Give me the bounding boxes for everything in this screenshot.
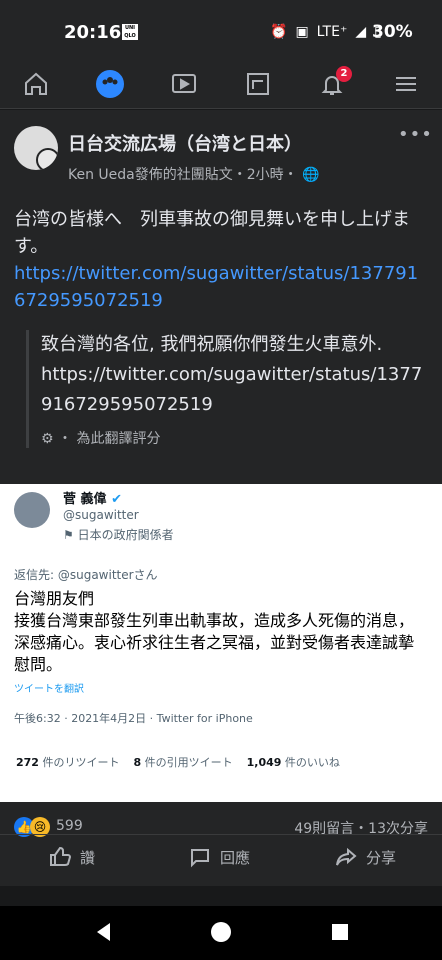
tweet-stats: 272 件のリツイート 8 件の引用ツイート 1,049 件のいいね bbox=[16, 756, 340, 769]
hamburger-icon bbox=[396, 77, 416, 91]
share-button[interactable]: 分享 bbox=[334, 845, 396, 869]
gear-icon: ⚙ bbox=[41, 431, 54, 447]
signal-icon: ◢ bbox=[355, 24, 367, 40]
android-navigation-bar bbox=[0, 906, 442, 960]
uniqlo-icon: UNI QLO bbox=[122, 24, 138, 40]
comment-icon bbox=[191, 849, 209, 868]
alarm-icon: ⏰ bbox=[270, 24, 288, 40]
comment-button[interactable]: 回應 bbox=[188, 845, 250, 869]
translation-rating[interactable]: ⚙ ・ 為此翻譯評分 bbox=[41, 428, 431, 448]
watch-tab[interactable] bbox=[166, 66, 202, 102]
clock: 20:16 bbox=[64, 22, 122, 43]
groups-icon bbox=[96, 70, 124, 98]
top-navigation bbox=[0, 60, 442, 109]
group-title[interactable]: 日台交流広場（台湾と日本） bbox=[68, 130, 302, 156]
post-link[interactable]: https://twitter.com/sugawitter/status/13… bbox=[14, 260, 428, 314]
post-text-jp: 台湾の皆様へ 列車事故の御見舞いを申し上げます。 bbox=[14, 209, 410, 257]
tweet-text: 台灣朋友們 接獲台灣東部發生列車出軌事故，造成多人死傷的消息，深感痛心。衷心祈求… bbox=[14, 589, 415, 674]
back-icon[interactable] bbox=[90, 918, 118, 946]
tweet-role: ⚑ 日本の政府関係者 bbox=[63, 528, 174, 542]
network-label: LTE⁺ bbox=[316, 24, 348, 40]
tweet-reply-to: 返信先: @sugawitterさん bbox=[14, 568, 158, 582]
home-button-icon[interactable] bbox=[207, 918, 235, 946]
menu-tab[interactable] bbox=[388, 66, 424, 102]
tweet-handle: @sugawitter bbox=[63, 508, 139, 522]
post-author-line: Ken Ueda發佈的社團貼文・2小時・ bbox=[68, 167, 298, 183]
status-bar: 20:16 UNI QLO ⏰ ▣ LTE⁺ ◢ ▯ 30% bbox=[0, 0, 442, 60]
notification-badge: 2 bbox=[336, 66, 352, 82]
status-icons: ⏰ ▣ LTE⁺ ◢ ▯ bbox=[270, 24, 382, 40]
recent-apps-icon[interactable] bbox=[326, 918, 354, 946]
groups-tab[interactable] bbox=[92, 66, 128, 102]
video-icon bbox=[172, 74, 196, 93]
rating-text: ・ 為此翻譯評分 bbox=[58, 431, 161, 447]
thumbs-up-icon bbox=[50, 846, 72, 866]
share-icon bbox=[336, 847, 357, 866]
tweet-avatar bbox=[14, 492, 50, 528]
battery-percentage: 30% bbox=[372, 22, 413, 42]
home-tab[interactable] bbox=[18, 66, 54, 102]
tweet-translate: ツイートを翻訳 bbox=[14, 684, 84, 695]
like-button[interactable]: 讚 bbox=[48, 845, 95, 869]
translation-text: 致台灣的各位, 我們祝願你們發生火車意外. bbox=[41, 334, 383, 355]
tweet-timestamp: 午後6:32 · 2021年4月2日 · Twitter for iPhone bbox=[14, 712, 253, 725]
post-subline: Ken Ueda發佈的社團貼文・2小時・ 🌐 bbox=[68, 164, 320, 184]
globe-icon: 🌐 bbox=[302, 167, 320, 183]
home-icon bbox=[25, 72, 47, 95]
translation-link[interactable]: https://twitter.com/sugawitter/status/13… bbox=[41, 360, 431, 420]
post-body: 台湾の皆様へ 列車事故の御見舞いを申し上げます。 https://twitter… bbox=[14, 206, 428, 314]
post-actions: 讚 回應 分享 bbox=[0, 834, 442, 885]
feed-post: 日台交流広場（台湾と日本） Ken Ueda發佈的社團貼文・2小時・ 🌐 •••… bbox=[0, 110, 442, 886]
like-label: 讚 bbox=[80, 848, 96, 867]
verified-icon: ✔ bbox=[111, 492, 122, 507]
translation-box: 致台灣的各位, 我們祝願你們發生火車意外. https://twitter.co… bbox=[26, 330, 431, 448]
pages-icon bbox=[247, 73, 269, 95]
more-options-icon[interactable]: ••• bbox=[398, 124, 433, 145]
pages-tab[interactable] bbox=[240, 66, 276, 102]
comment-label: 回應 bbox=[220, 848, 251, 867]
share-label: 分享 bbox=[366, 848, 397, 867]
reaction-count[interactable]: 599 bbox=[56, 818, 83, 834]
group-avatar[interactable] bbox=[14, 126, 58, 170]
embedded-tweet[interactable]: 菅 義偉 ✔ @sugawitter ⚑ 日本の政府関係者 返信先: @suga… bbox=[0, 484, 442, 802]
vibrate-icon: ▣ bbox=[295, 24, 309, 40]
tweet-author-name: 菅 義偉 ✔ bbox=[63, 492, 122, 507]
